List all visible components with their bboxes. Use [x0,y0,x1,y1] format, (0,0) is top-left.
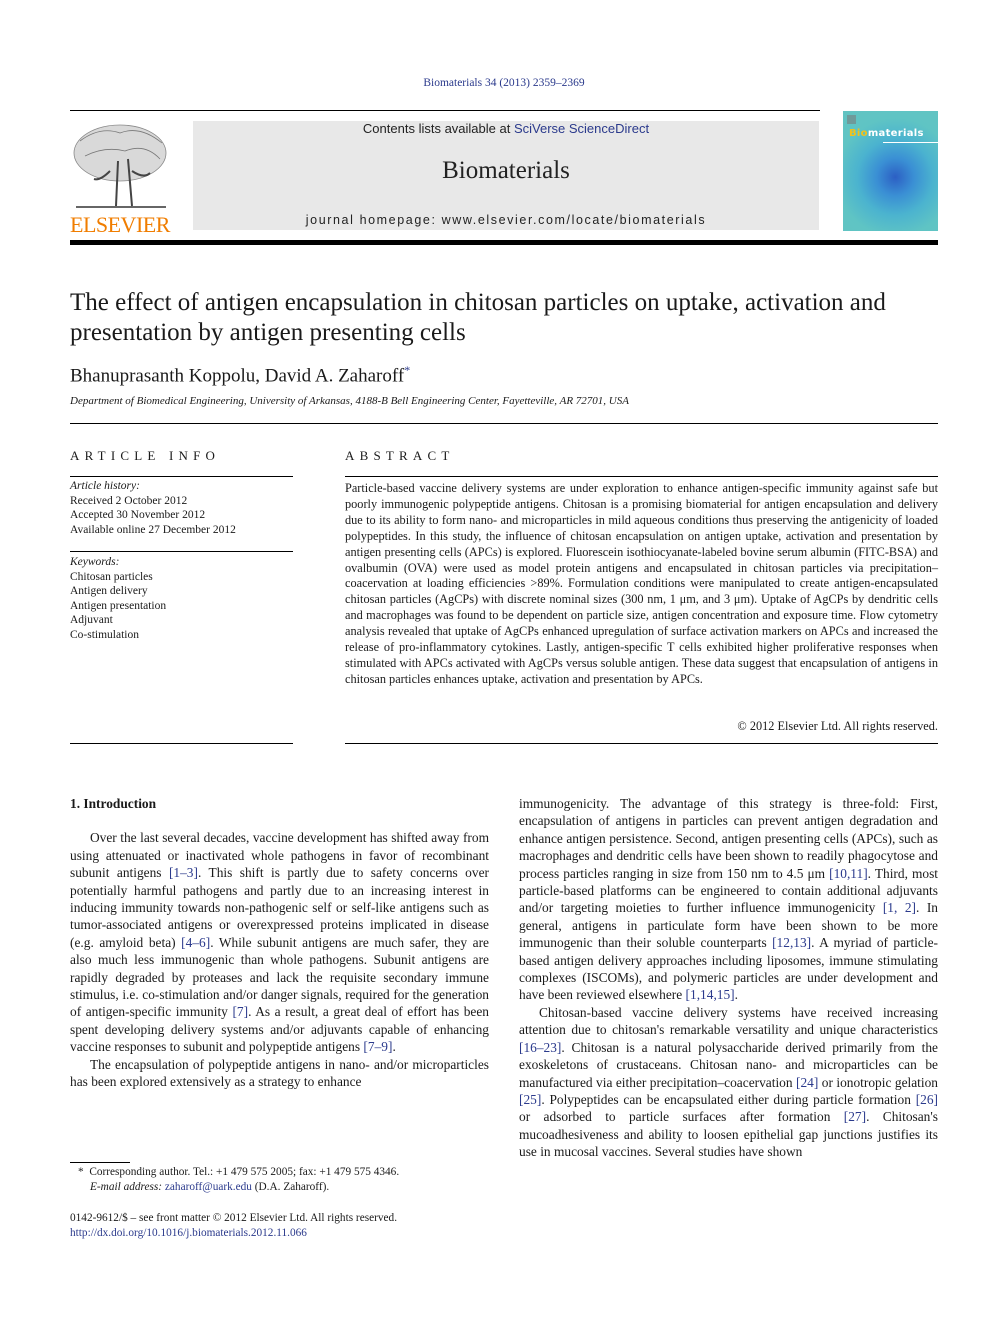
citation-link[interactable]: [12,13] [772,935,811,950]
keyword-item: Adjuvant [70,614,113,627]
affiliation: Department of Biomedical Engineering, Un… [70,395,629,407]
footnote: * Corresponding author. Tel.: +1 479 575… [70,1165,399,1195]
body-text: The encapsulation of polypeptide antigen… [70,1056,489,1090]
footnote-rule [70,1162,130,1163]
cover-publisher-icon [847,115,856,124]
citation-link[interactable]: [7–9] [363,1039,392,1054]
citation-link[interactable]: [27] [844,1109,866,1124]
citation-link[interactable]: [24] [796,1075,818,1090]
cover-rule [883,142,938,143]
citation-link[interactable]: [4–6] [181,935,210,950]
abstract-bottom-rule [345,743,938,744]
header-bottom-rule [70,240,938,245]
history-online: Available online 27 December 2012 [70,523,236,536]
doi-link[interactable]: http://dx.doi.org/10.1016/j.biomaterials… [70,1226,397,1241]
article-info-heading: ARTICLE INFO [70,448,221,463]
article-title: The effect of antigen encapsulation in c… [70,289,886,346]
article-history: Article history: Received 2 October 2012… [70,479,236,537]
contents-line: Contents lists available at SciVerse Sci… [193,121,819,136]
citation-link[interactable]: [1, 2] [883,900,916,915]
journal-name: Biomaterials [442,157,570,184]
intro-paragraph-2: The encapsulation of polypeptide antigen… [70,1056,489,1091]
abstract-heading: ABSTRACT [345,448,455,463]
citation-link[interactable]: [10,11] [829,866,868,881]
abstract-rule [345,476,938,477]
history-accepted: Accepted 30 November 2012 [70,509,206,522]
title-block-rule [70,423,938,424]
citation-link[interactable]: Biomaterials 34 (2013) 2359–2369 [423,77,584,89]
cover-title: Biomaterials [849,128,924,139]
section-heading-introduction: 1. Introduction [70,796,157,811]
citation-link[interactable]: [1–3] [169,865,198,880]
keyword-item: Chitosan particles [70,570,153,583]
intro-paragraph-3: Chitosan-based vaccine delivery systems … [519,1004,938,1161]
body-text: . [734,987,738,1003]
article-info-rule [70,476,293,477]
cover-title-rest: materials [867,128,924,139]
body-text: or adsorbed to particle surfaces after f… [519,1109,844,1125]
keywords-rule [70,551,293,552]
email-label: E-mail address: [90,1181,163,1193]
header-top-rule [70,110,820,111]
body-text: or ionotropic gelation [818,1074,939,1090]
citation-link[interactable]: [7] [232,1004,248,1019]
abstract-copyright: © 2012 Elsevier Ltd. All rights reserved… [737,719,938,733]
article-info-bottom-rule [70,743,293,744]
keyword-item: Co-stimulation [70,628,139,641]
body-text: . Polypeptides can be encapsulated eithe… [541,1091,916,1107]
email-note: E-mail address: zaharoff@uark.edu (D.A. … [70,1180,399,1195]
keywords-label: Keywords: [70,556,120,568]
tree-icon [73,124,167,208]
cover-title-accent: Bio [849,128,868,139]
keyword-item: Antigen presentation [70,599,167,612]
elsevier-wordmark: ELSEVIER [70,212,170,237]
body-column-right: immunogenicity. The advantage of this st… [519,795,938,1161]
body-text: . [392,1039,396,1055]
sciencedirect-link[interactable]: SciVerse ScienceDirect [514,121,649,136]
page-footer: 0142-9612/$ – see front matter © 2012 El… [70,1211,397,1241]
author-list: Bhanuprasanth Koppolu, David A. Zaharoff… [70,363,410,387]
email-suffix: (D.A. Zaharoff). [251,1181,330,1193]
email-link[interactable]: zaharoff@uark.edu [165,1181,252,1193]
keyword-item: Antigen delivery [70,585,148,598]
contents-prefix: Contents lists available at [362,121,514,136]
corresponding-author-note: * Corresponding author. Tel.: +1 479 575… [70,1165,399,1180]
citation-link[interactable]: [25] [519,1092,541,1107]
keywords: Keywords: Chitosan particles Antigen del… [70,555,166,643]
body-column-left: 1. Introduction Over the last several de… [70,795,489,1091]
journal-homepage[interactable]: journal homepage: www.elsevier.com/locat… [193,213,819,227]
intro-paragraph-2-cont: immunogenicity. The advantage of this st… [519,795,938,1004]
history-received: Received 2 October 2012 [70,494,188,507]
history-label: Article history: [70,480,140,492]
citation-link[interactable]: [16–23] [519,1040,561,1055]
issn-line: 0142-9612/$ – see front matter © 2012 El… [70,1212,398,1224]
body-text: Chitosan-based vaccine delivery systems … [519,1004,938,1038]
corresponding-author-mark[interactable]: * [404,363,410,377]
corresponding-text: Corresponding author. Tel.: +1 479 575 2… [89,1166,400,1178]
authors-names: Bhanuprasanth Koppolu, David A. Zaharoff [70,365,405,387]
journal-citation[interactable]: Biomaterials 34 (2013) 2359–2369 [0,77,992,89]
intro-paragraph-1: Over the last several decades, vaccine d… [70,829,489,1055]
abstract-text: Particle-based vaccine delivery systems … [345,481,938,686]
journal-cover-thumbnail[interactable]: Biomaterials [843,111,938,231]
footnote-mark: * [78,1166,84,1178]
citation-link[interactable]: [26] [916,1092,938,1107]
citation-link[interactable]: [1,14,15] [686,987,735,1002]
